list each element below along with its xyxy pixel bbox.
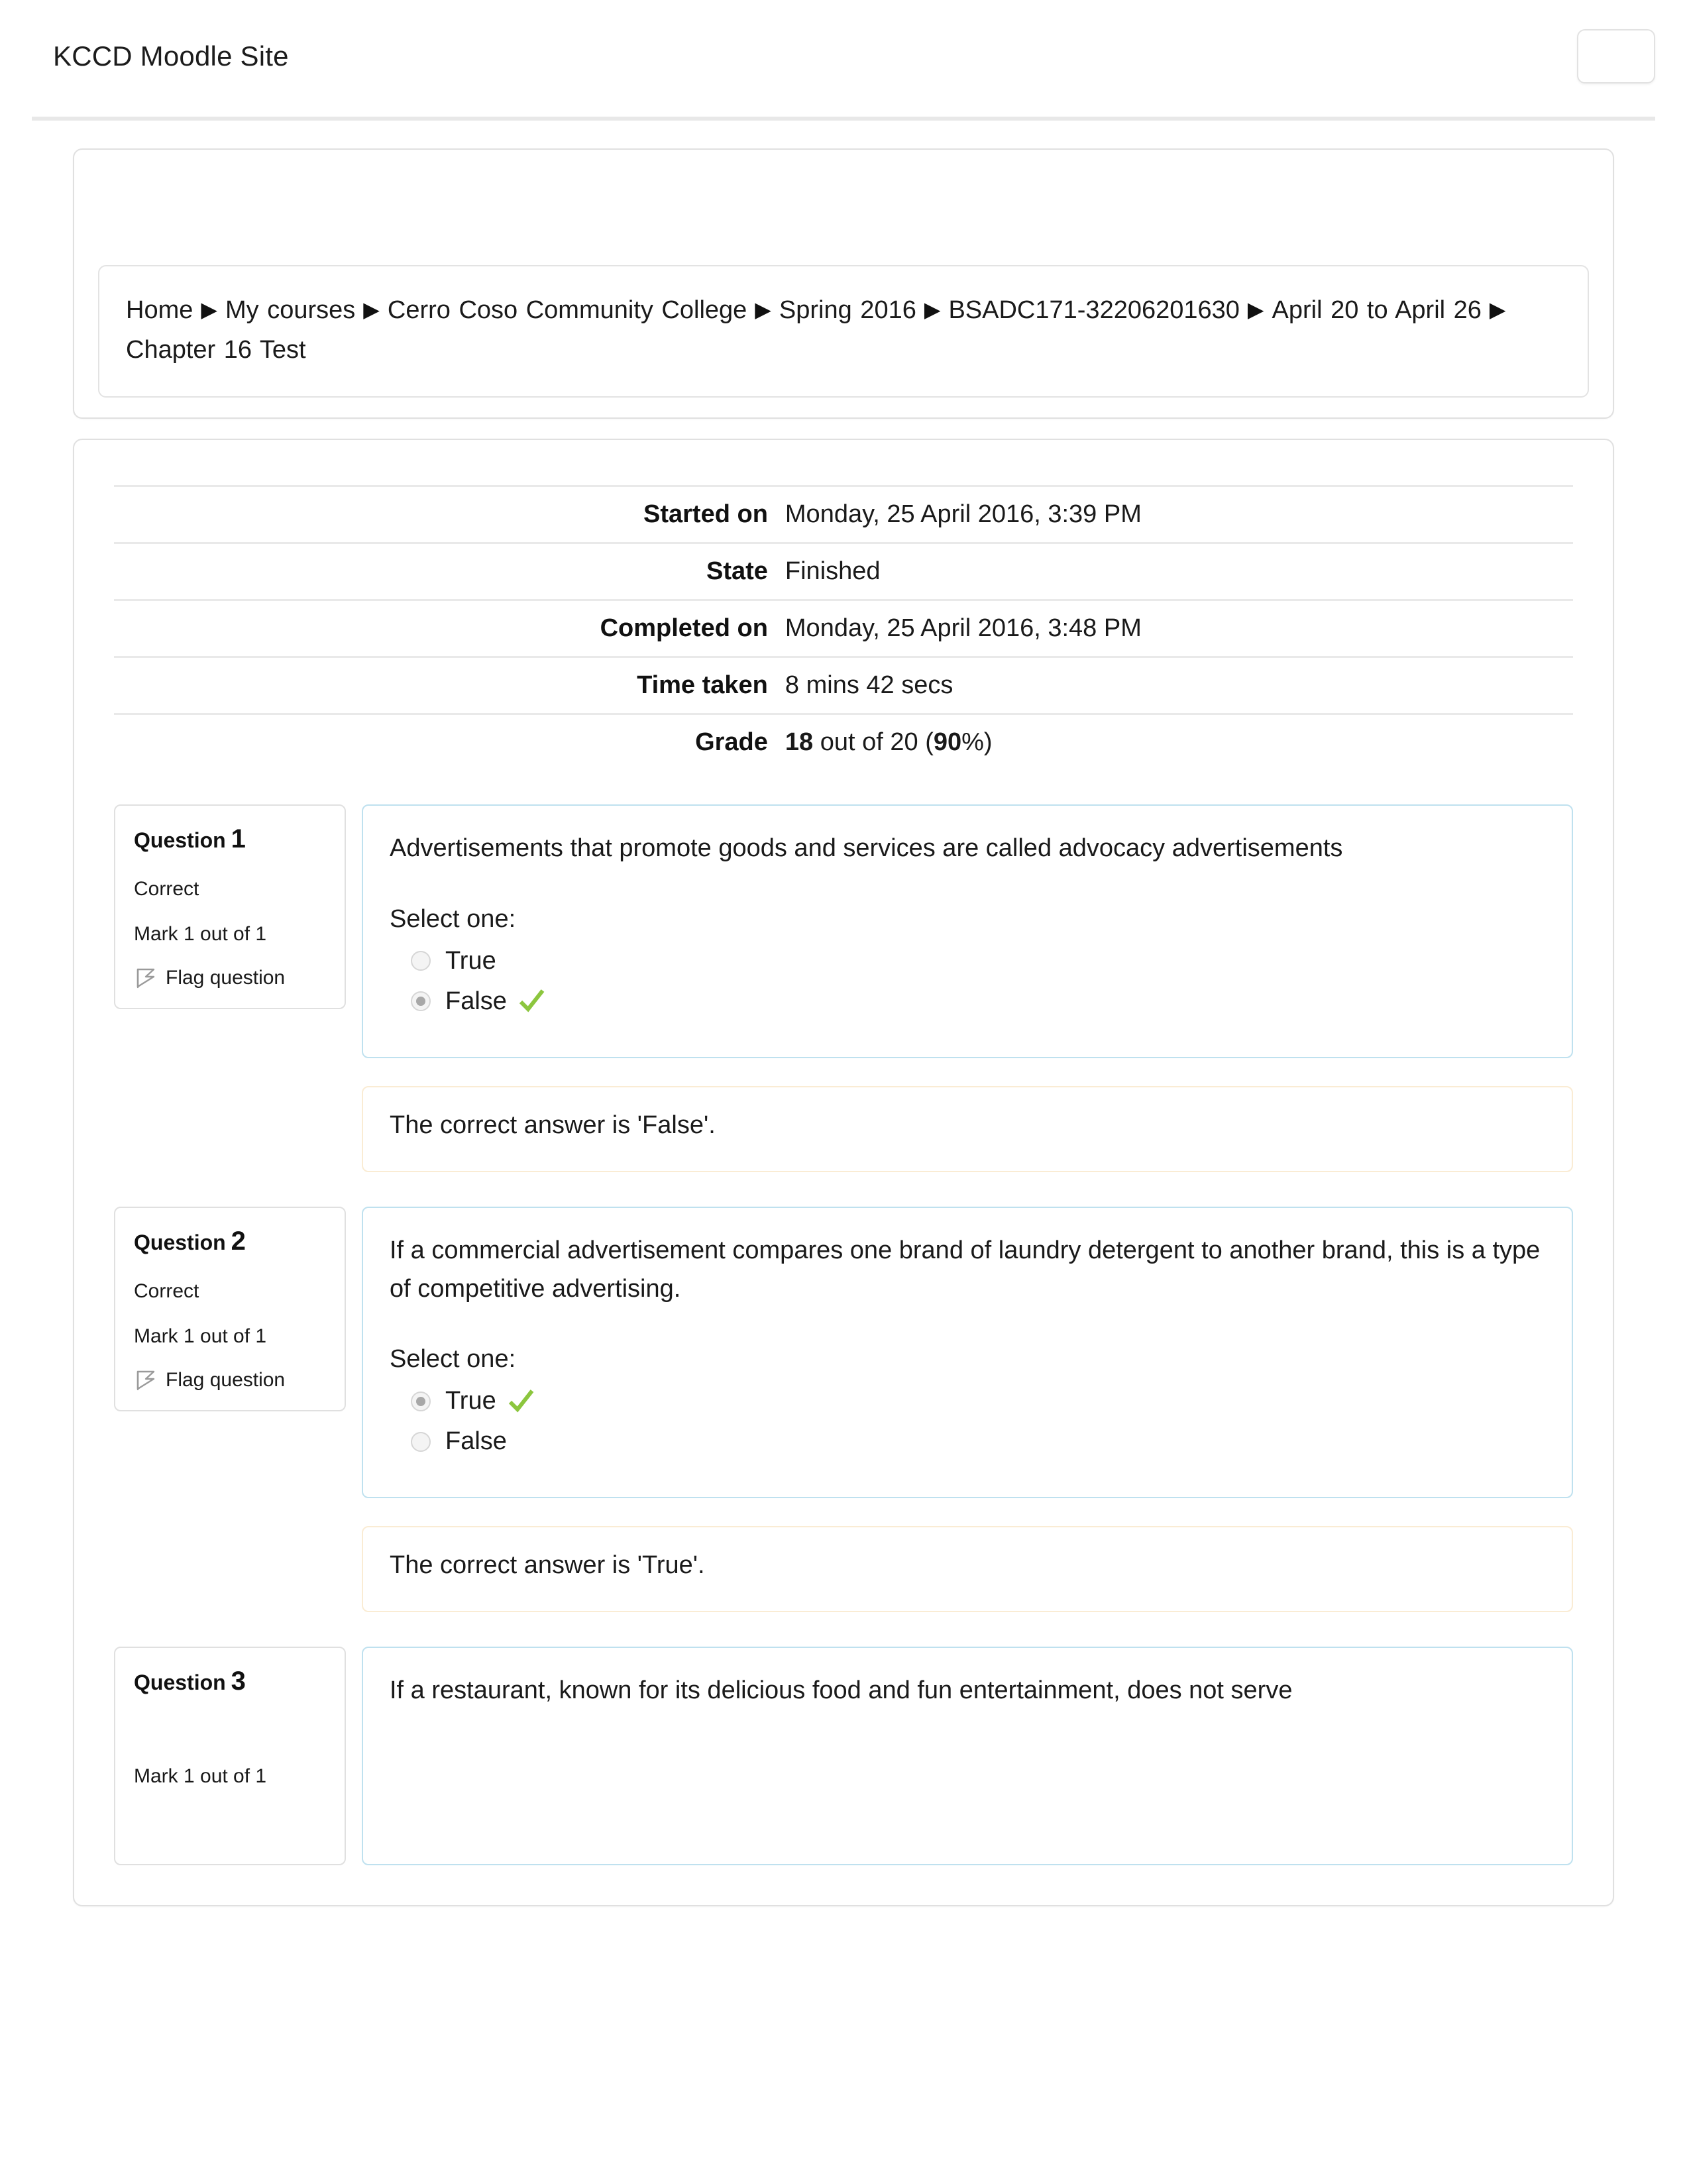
question-index: 2: [231, 1226, 246, 1256]
summary-value-started-on: Monday, 25 April 2016, 3:39 PM: [785, 500, 1142, 529]
flag-question-1-button[interactable]: Flag question: [134, 967, 327, 989]
feedback-text: The correct answer is 'False'.: [390, 1111, 716, 1139]
answer-label: True: [445, 946, 496, 975]
radio-button-selected[interactable]: [411, 991, 431, 1012]
summary-label-completed-on: Completed on: [600, 614, 768, 643]
question-block-3: Question 3 Mark 1 out of 1 If a restauran…: [114, 1647, 1573, 1866]
breadcrumb-separator-icon: ▶: [755, 298, 771, 321]
question-state-3: [134, 1720, 327, 1744]
grade-middle-text: out of 20 (: [813, 728, 934, 757]
table-row: Grade 18 out of 20 (90%): [114, 714, 1573, 771]
grade-percent: 90: [933, 728, 962, 757]
question-number-1: Question 1: [134, 824, 327, 854]
question-state-1: Correct: [134, 878, 199, 901]
question-number-2: Question 2: [134, 1227, 327, 1256]
question-block-1: Question 1 Correct Mark 1 out of 1 Flag q…: [114, 804, 1573, 1058]
answer-label: True: [445, 1387, 496, 1415]
question-info-3: Question 3 Mark 1 out of 1: [114, 1647, 346, 1866]
question-state-2: Correct: [134, 1280, 199, 1302]
breadcrumb-item-week[interactable]: April 20 to April 26: [1272, 296, 1482, 324]
table-row: Time taken 8 mins 42 secs: [114, 657, 1573, 714]
breadcrumb-separator-icon: ▶: [924, 298, 941, 321]
flag-question-label: Flag question: [166, 967, 286, 989]
question-mark-3: Mark 1 out of 1: [134, 1765, 267, 1788]
breadcrumb-separator-icon: ▶: [201, 298, 217, 321]
question-feedback-1: The correct answer is 'False'.: [362, 1085, 1573, 1172]
question-feedback-2: The correct answer is 'True'.: [362, 1526, 1573, 1613]
summary-value-completed-on: Monday, 25 April 2016, 3:48 PM: [785, 614, 1142, 643]
question-text-3: If a restaurant, known for its delicious…: [390, 1676, 1293, 1705]
select-one-label-1: Select one:: [390, 904, 516, 933]
page-header-card: Home ▶ My courses ▶ Cerro Coso Community Col…: [73, 148, 1614, 419]
summary-value-time-taken: 8 mins 42 secs: [785, 671, 953, 700]
page-wrapper: Home ▶ My courses ▶ Cerro Coso Community Col…: [0, 148, 1687, 1907]
question-block-2: Question 2 Correct Mark 1 out of 1 Flag q…: [114, 1206, 1573, 1499]
radio-button[interactable]: [411, 951, 431, 971]
summary-value-grade: 18 out of 20 (90%): [785, 714, 1573, 771]
radio-button[interactable]: [411, 1431, 431, 1452]
header-divider: [32, 117, 1655, 121]
question-info-1: Question 1 Correct Mark 1 out of 1 Flag q…: [114, 804, 346, 1010]
radio-button-selected[interactable]: [411, 1391, 431, 1411]
question-mark-1: Mark 1 out of 1: [134, 923, 267, 946]
question-text-2: If a commercial advertisement compares o…: [390, 1236, 1541, 1303]
breadcrumb-item-term[interactable]: Spring 2016: [779, 296, 916, 324]
question-label: Question: [134, 828, 226, 853]
summary-label-time-taken: Time taken: [637, 671, 768, 700]
question-mark-2: Mark 1 out of 1: [134, 1325, 267, 1347]
feedback-text: The correct answer is 'True'.: [390, 1551, 705, 1580]
flag-question-label: Flag question: [166, 1368, 286, 1391]
question-text-1: Advertisements that promote goods and se…: [390, 834, 1343, 863]
question-index: 3: [231, 1666, 246, 1696]
summary-label-started-on: Started on: [643, 500, 768, 529]
answer-option-2-true[interactable]: True: [411, 1387, 1545, 1415]
breadcrumb-item-course[interactable]: BSADC171-32206201630: [948, 296, 1239, 324]
site-brand[interactable]: KCCD Moodle Site: [53, 40, 289, 72]
question-info-2: Question 2 Correct Mark 1 out of 1 Flag q…: [114, 1206, 346, 1411]
navbar-toggle-button[interactable]: [1577, 29, 1655, 83]
correct-check-icon: [517, 987, 545, 1015]
breadcrumb-separator-icon: ▶: [1489, 298, 1506, 321]
page-header-blank-area: [98, 172, 1589, 265]
flag-question-2-button[interactable]: Flag question: [134, 1369, 327, 1392]
question-index: 1: [231, 824, 246, 854]
site-header: KCCD Moodle Site: [0, 0, 1687, 131]
summary-value-state: Finished: [785, 557, 881, 586]
breadcrumb-item-college[interactable]: Cerro Coso Community College: [388, 296, 747, 324]
breadcrumb-item-home[interactable]: Home: [126, 296, 193, 324]
answer-option-1-false[interactable]: False: [411, 987, 1545, 1016]
table-row: Completed on Monday, 25 April 2016, 3:48…: [114, 600, 1573, 657]
select-one-label-2: Select one:: [390, 1345, 516, 1374]
question-label: Question: [134, 1230, 226, 1254]
question-content-3: If a restaurant, known for its delicious…: [362, 1647, 1573, 1866]
breadcrumb-separator-icon: ▶: [1247, 298, 1264, 321]
grade-score: 18: [785, 728, 814, 757]
breadcrumb-list: Home ▶ My courses ▶ Cerro Coso Community Col…: [126, 290, 1561, 370]
grade-suffix-text: %): [961, 728, 993, 757]
question-content-2: If a commercial advertisement compares o…: [362, 1206, 1573, 1499]
answer-label: False: [445, 987, 507, 1015]
question-label: Question: [134, 1670, 226, 1695]
breadcrumb-separator-icon: ▶: [363, 298, 380, 321]
question-number-3: Question 3: [134, 1666, 327, 1696]
flag-icon: [134, 1369, 156, 1392]
table-row: Started on Monday, 25 April 2016, 3:39 P…: [114, 486, 1573, 543]
flag-icon: [134, 967, 156, 989]
answer-label: False: [445, 1427, 507, 1456]
attempt-summary-table: Started on Monday, 25 April 2016, 3:39 P…: [114, 485, 1573, 770]
answer-option-2-false[interactable]: False: [411, 1427, 1545, 1456]
table-row: State Finished: [114, 543, 1573, 600]
breadcrumb-item-activity[interactable]: Chapter 16 Test: [126, 336, 306, 364]
question-content-1: Advertisements that promote goods and se…: [362, 804, 1573, 1058]
summary-label-grade: Grade: [695, 728, 768, 757]
quiz-review-card: Started on Monday, 25 April 2016, 3:39 P…: [73, 439, 1614, 1907]
correct-check-icon: [507, 1388, 535, 1415]
breadcrumb-item-my-courses[interactable]: My courses: [225, 296, 355, 324]
answer-option-1-true[interactable]: True: [411, 947, 1545, 975]
breadcrumb: Home ▶ My courses ▶ Cerro Coso Community Col…: [98, 265, 1589, 398]
summary-label-state: State: [706, 557, 768, 586]
